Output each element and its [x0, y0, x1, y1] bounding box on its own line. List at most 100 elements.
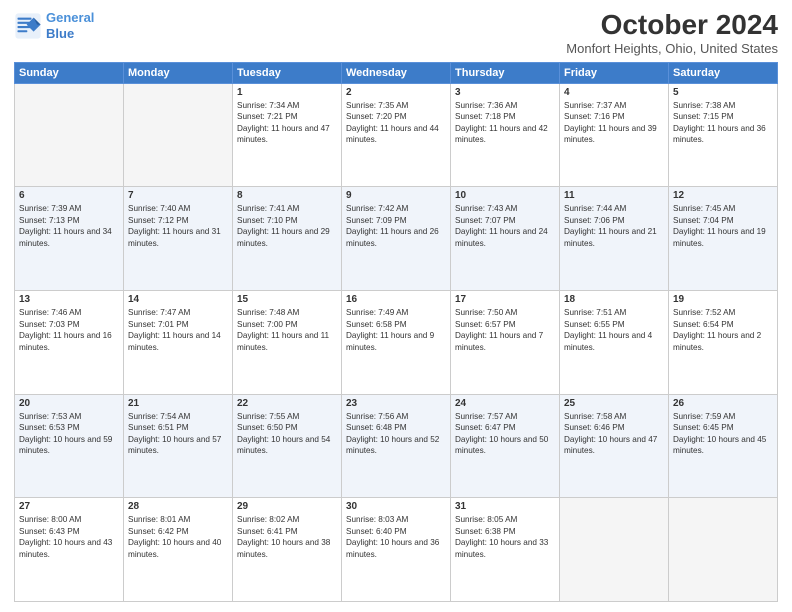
day-of-week-header: Thursday: [451, 62, 560, 83]
daylight-text: Daylight: 10 hours and 57 minutes.: [128, 434, 228, 457]
day-info: Sunrise: 7:35 AMSunset: 7:20 PMDaylight:…: [346, 100, 446, 146]
day-info: Sunrise: 7:43 AMSunset: 7:07 PMDaylight:…: [455, 203, 555, 249]
calendar-day-cell: 2 Sunrise: 7:35 AMSunset: 7:20 PMDaylight…: [342, 83, 451, 187]
day-number: 7: [128, 190, 228, 201]
sunset-text: Sunset: 7:16 PM: [564, 111, 664, 122]
daylight-text: Daylight: 10 hours and 50 minutes.: [455, 434, 555, 457]
day-number: 2: [346, 87, 446, 98]
daylight-text: Daylight: 11 hours and 39 minutes.: [564, 123, 664, 146]
day-number: 22: [237, 398, 337, 409]
day-number: 16: [346, 294, 446, 305]
calendar-day-cell: 25Sunrise: 7:58 AMSunset: 6:46 PMDayligh…: [560, 394, 669, 498]
daylight-text: Daylight: 10 hours and 36 minutes.: [346, 537, 446, 560]
day-info: Sunrise: 7:40 AMSunset: 7:12 PMDaylight:…: [128, 203, 228, 249]
calendar-day-cell: 13Sunrise: 7:46 AMSunset: 7:03 PMDayligh…: [15, 291, 124, 395]
daylight-text: Daylight: 11 hours and 42 minutes.: [455, 123, 555, 146]
daylight-text: Daylight: 11 hours and 14 minutes.: [128, 330, 228, 353]
calendar-day-cell: 14Sunrise: 7:47 AMSunset: 7:01 PMDayligh…: [124, 291, 233, 395]
calendar-day-cell: 1 Sunrise: 7:34 AMSunset: 7:21 PMDaylight…: [233, 83, 342, 187]
calendar-day-cell: 11 Sunrise: 7:44 AMSunset: 7:06 PMDayligh…: [560, 187, 669, 291]
day-number: 1: [237, 87, 337, 98]
calendar-day-cell: 10Sunrise: 7:43 AMSunset: 7:07 PMDayligh…: [451, 187, 560, 291]
sunrise-text: Sunrise: 7:56 AM: [346, 411, 446, 422]
calendar-day-cell: [124, 83, 233, 187]
day-number: 30: [346, 501, 446, 512]
calendar-day-cell: 15Sunrise: 7:48 AMSunset: 7:00 PMDayligh…: [233, 291, 342, 395]
calendar-day-cell: 24Sunrise: 7:57 AMSunset: 6:47 PMDayligh…: [451, 394, 560, 498]
day-info: Sunrise: 7:54 AMSunset: 6:51 PMDaylight:…: [128, 411, 228, 457]
day-number: 11: [564, 190, 664, 201]
sunset-text: Sunset: 6:41 PM: [237, 526, 337, 537]
calendar-day-cell: 12Sunrise: 7:45 AMSunset: 7:04 PMDayligh…: [669, 187, 778, 291]
day-info: Sunrise: 7:44 AMSunset: 7:06 PMDaylight:…: [564, 203, 664, 249]
calendar-day-cell: 22 Sunrise: 7:55 AMSunset: 6:50 PMDayligh…: [233, 394, 342, 498]
sunrise-text: Sunrise: 7:46 AM: [19, 307, 119, 318]
main-title: October 2024: [566, 10, 778, 41]
day-info: Sunrise: 7:34 AMSunset: 7:21 PMDaylight:…: [237, 100, 337, 146]
calendar-day-cell: 29Sunrise: 8:02 AMSunset: 6:41 PMDayligh…: [233, 498, 342, 602]
day-number: 14: [128, 294, 228, 305]
sunrise-text: Sunrise: 7:45 AM: [673, 203, 773, 214]
sunset-text: Sunset: 6:46 PM: [564, 422, 664, 433]
day-info: Sunrise: 7:55 AMSunset: 6:50 PMDaylight:…: [237, 411, 337, 457]
calendar-day-cell: 8Sunrise: 7:41 AMSunset: 7:10 PMDaylight…: [233, 187, 342, 291]
logo-text: General Blue: [46, 10, 94, 41]
daylight-text: Daylight: 11 hours and 47 minutes.: [237, 123, 337, 146]
daylight-text: Daylight: 11 hours and 26 minutes.: [346, 226, 446, 249]
day-info: Sunrise: 8:03 AMSunset: 6:40 PMDaylight:…: [346, 514, 446, 560]
calendar-week-row: 1 Sunrise: 7:34 AMSunset: 7:21 PMDaylight…: [15, 83, 778, 187]
logo-icon: [14, 12, 42, 40]
calendar-day-cell: 5Sunrise: 7:38 AMSunset: 7:15 PMDaylight…: [669, 83, 778, 187]
sunset-text: Sunset: 6:53 PM: [19, 422, 119, 433]
sunrise-text: Sunrise: 8:01 AM: [128, 514, 228, 525]
sunrise-text: Sunrise: 7:41 AM: [237, 203, 337, 214]
day-number: 23: [346, 398, 446, 409]
calendar: SundayMondayTuesdayWednesdayThursdayFrid…: [14, 62, 778, 602]
sunset-text: Sunset: 7:18 PM: [455, 111, 555, 122]
day-number: 9: [346, 190, 446, 201]
day-number: 17: [455, 294, 555, 305]
sunset-text: Sunset: 6:50 PM: [237, 422, 337, 433]
sunrise-text: Sunrise: 7:48 AM: [237, 307, 337, 318]
daylight-text: Daylight: 10 hours and 43 minutes.: [19, 537, 119, 560]
day-info: Sunrise: 7:36 AMSunset: 7:18 PMDaylight:…: [455, 100, 555, 146]
day-info: Sunrise: 7:53 AMSunset: 6:53 PMDaylight:…: [19, 411, 119, 457]
calendar-header-row: SundayMondayTuesdayWednesdayThursdayFrid…: [15, 62, 778, 83]
daylight-text: Daylight: 11 hours and 31 minutes.: [128, 226, 228, 249]
day-info: Sunrise: 7:56 AMSunset: 6:48 PMDaylight:…: [346, 411, 446, 457]
daylight-text: Daylight: 11 hours and 4 minutes.: [564, 330, 664, 353]
sunrise-text: Sunrise: 7:52 AM: [673, 307, 773, 318]
calendar-day-cell: 9Sunrise: 7:42 AMSunset: 7:09 PMDaylight…: [342, 187, 451, 291]
day-info: Sunrise: 7:38 AMSunset: 7:15 PMDaylight:…: [673, 100, 773, 146]
sunset-text: Sunset: 7:20 PM: [346, 111, 446, 122]
sunset-text: Sunset: 7:06 PM: [564, 215, 664, 226]
calendar-day-cell: 30 Sunrise: 8:03 AMSunset: 6:40 PMDayligh…: [342, 498, 451, 602]
calendar-week-row: 6Sunrise: 7:39 AMSunset: 7:13 PMDaylight…: [15, 187, 778, 291]
sunrise-text: Sunrise: 8:03 AM: [346, 514, 446, 525]
daylight-text: Daylight: 11 hours and 44 minutes.: [346, 123, 446, 146]
logo: General Blue: [14, 10, 94, 41]
daylight-text: Daylight: 10 hours and 47 minutes.: [564, 434, 664, 457]
calendar-week-row: 13Sunrise: 7:46 AMSunset: 7:03 PMDayligh…: [15, 291, 778, 395]
calendar-day-cell: 20Sunrise: 7:53 AMSunset: 6:53 PMDayligh…: [15, 394, 124, 498]
daylight-text: Daylight: 10 hours and 52 minutes.: [346, 434, 446, 457]
sunrise-text: Sunrise: 7:59 AM: [673, 411, 773, 422]
sunset-text: Sunset: 6:40 PM: [346, 526, 446, 537]
sunset-text: Sunset: 6:38 PM: [455, 526, 555, 537]
calendar-day-cell: [15, 83, 124, 187]
sunset-text: Sunset: 6:48 PM: [346, 422, 446, 433]
sunrise-text: Sunrise: 7:54 AM: [128, 411, 228, 422]
sunset-text: Sunset: 6:43 PM: [19, 526, 119, 537]
daylight-text: Daylight: 11 hours and 2 minutes.: [673, 330, 773, 353]
sunrise-text: Sunrise: 7:35 AM: [346, 100, 446, 111]
day-info: Sunrise: 7:59 AMSunset: 6:45 PMDaylight:…: [673, 411, 773, 457]
day-info: Sunrise: 7:46 AMSunset: 7:03 PMDaylight:…: [19, 307, 119, 353]
sunset-text: Sunset: 6:54 PM: [673, 319, 773, 330]
logo-line2: Blue: [46, 26, 74, 41]
sunrise-text: Sunrise: 7:58 AM: [564, 411, 664, 422]
daylight-text: Daylight: 10 hours and 54 minutes.: [237, 434, 337, 457]
calendar-day-cell: 17Sunrise: 7:50 AMSunset: 6:57 PMDayligh…: [451, 291, 560, 395]
day-info: Sunrise: 7:45 AMSunset: 7:04 PMDaylight:…: [673, 203, 773, 249]
sunset-text: Sunset: 6:58 PM: [346, 319, 446, 330]
daylight-text: Daylight: 11 hours and 19 minutes.: [673, 226, 773, 249]
